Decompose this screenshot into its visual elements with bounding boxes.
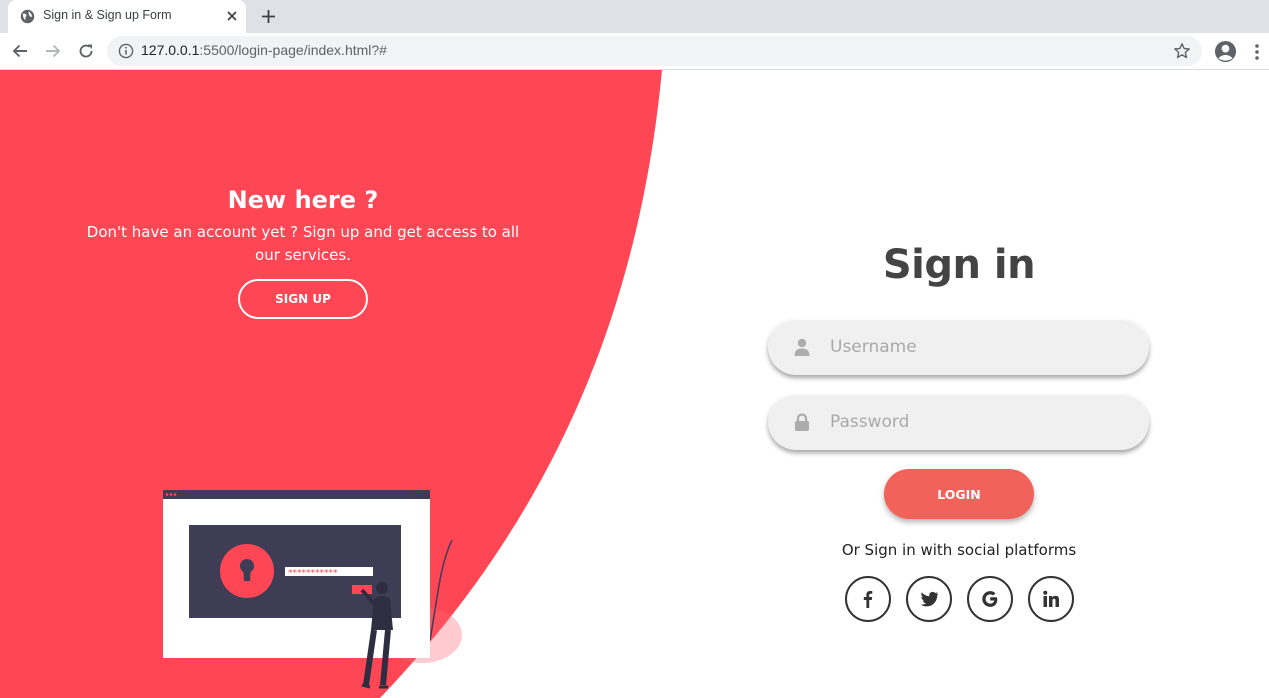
forward-arrow-icon[interactable] — [44, 42, 62, 60]
password-field[interactable] — [768, 394, 1149, 450]
new-here-heading: New here ? — [227, 186, 379, 214]
address-bar[interactable]: 127.0.0.1:5500/login-page/index.html?# — [107, 36, 1202, 66]
url-path: :5500/login-page/index.html?# — [199, 42, 387, 58]
google-button[interactable] — [967, 576, 1013, 622]
social-icons-row — [845, 576, 1075, 622]
username-input[interactable] — [830, 319, 1130, 375]
profile-avatar-icon[interactable] — [1214, 40, 1237, 63]
login-illustration: *********** — [163, 490, 462, 689]
user-icon — [794, 338, 810, 356]
twitter-icon — [920, 591, 939, 607]
svg-text:***********: *********** — [288, 569, 338, 579]
sign-up-button[interactable]: SIGN UP — [238, 279, 368, 319]
username-field[interactable] — [768, 319, 1149, 375]
facebook-button[interactable] — [845, 576, 891, 622]
back-arrow-icon[interactable] — [11, 42, 29, 60]
social-signin-text: Or Sign in with social platforms — [841, 541, 1077, 559]
twitter-button[interactable] — [906, 576, 952, 622]
login-page: New here ? Don't have an account yet ? S… — [0, 70, 1269, 698]
sign-in-heading: Sign in — [882, 242, 1036, 288]
close-tab-icon[interactable] — [225, 9, 239, 23]
login-button[interactable]: LOGIN — [884, 469, 1034, 519]
google-icon — [982, 591, 998, 607]
url-host: 127.0.0.1 — [141, 42, 200, 58]
browser-toolbar: 127.0.0.1:5500/login-page/index.html?# — [0, 33, 1269, 70]
url-text[interactable]: 127.0.0.1:5500/login-page/index.html?# — [141, 42, 387, 58]
signup-description: Don't have an account yet ? Sign up and … — [86, 223, 520, 264]
password-input[interactable] — [830, 394, 1130, 450]
globe-icon — [20, 9, 35, 24]
browser-tab-strip: Sign in & Sign up Form — [0, 0, 1269, 33]
reload-icon[interactable] — [77, 42, 95, 60]
kebab-menu-icon[interactable] — [1250, 42, 1264, 62]
info-icon[interactable] — [118, 43, 134, 59]
linkedin-icon — [1043, 590, 1059, 607]
new-tab-icon[interactable] — [260, 8, 277, 25]
lock-icon — [795, 413, 809, 431]
browser-tab[interactable]: Sign in & Sign up Form — [8, 0, 246, 33]
left-signup-panel: New here ? Don't have an account yet ? S… — [63, 183, 543, 319]
linkedin-button[interactable] — [1028, 576, 1074, 622]
bookmark-star-icon[interactable] — [1173, 42, 1191, 60]
facebook-icon — [863, 591, 873, 608]
tab-title: Sign in & Sign up Form — [43, 8, 172, 22]
